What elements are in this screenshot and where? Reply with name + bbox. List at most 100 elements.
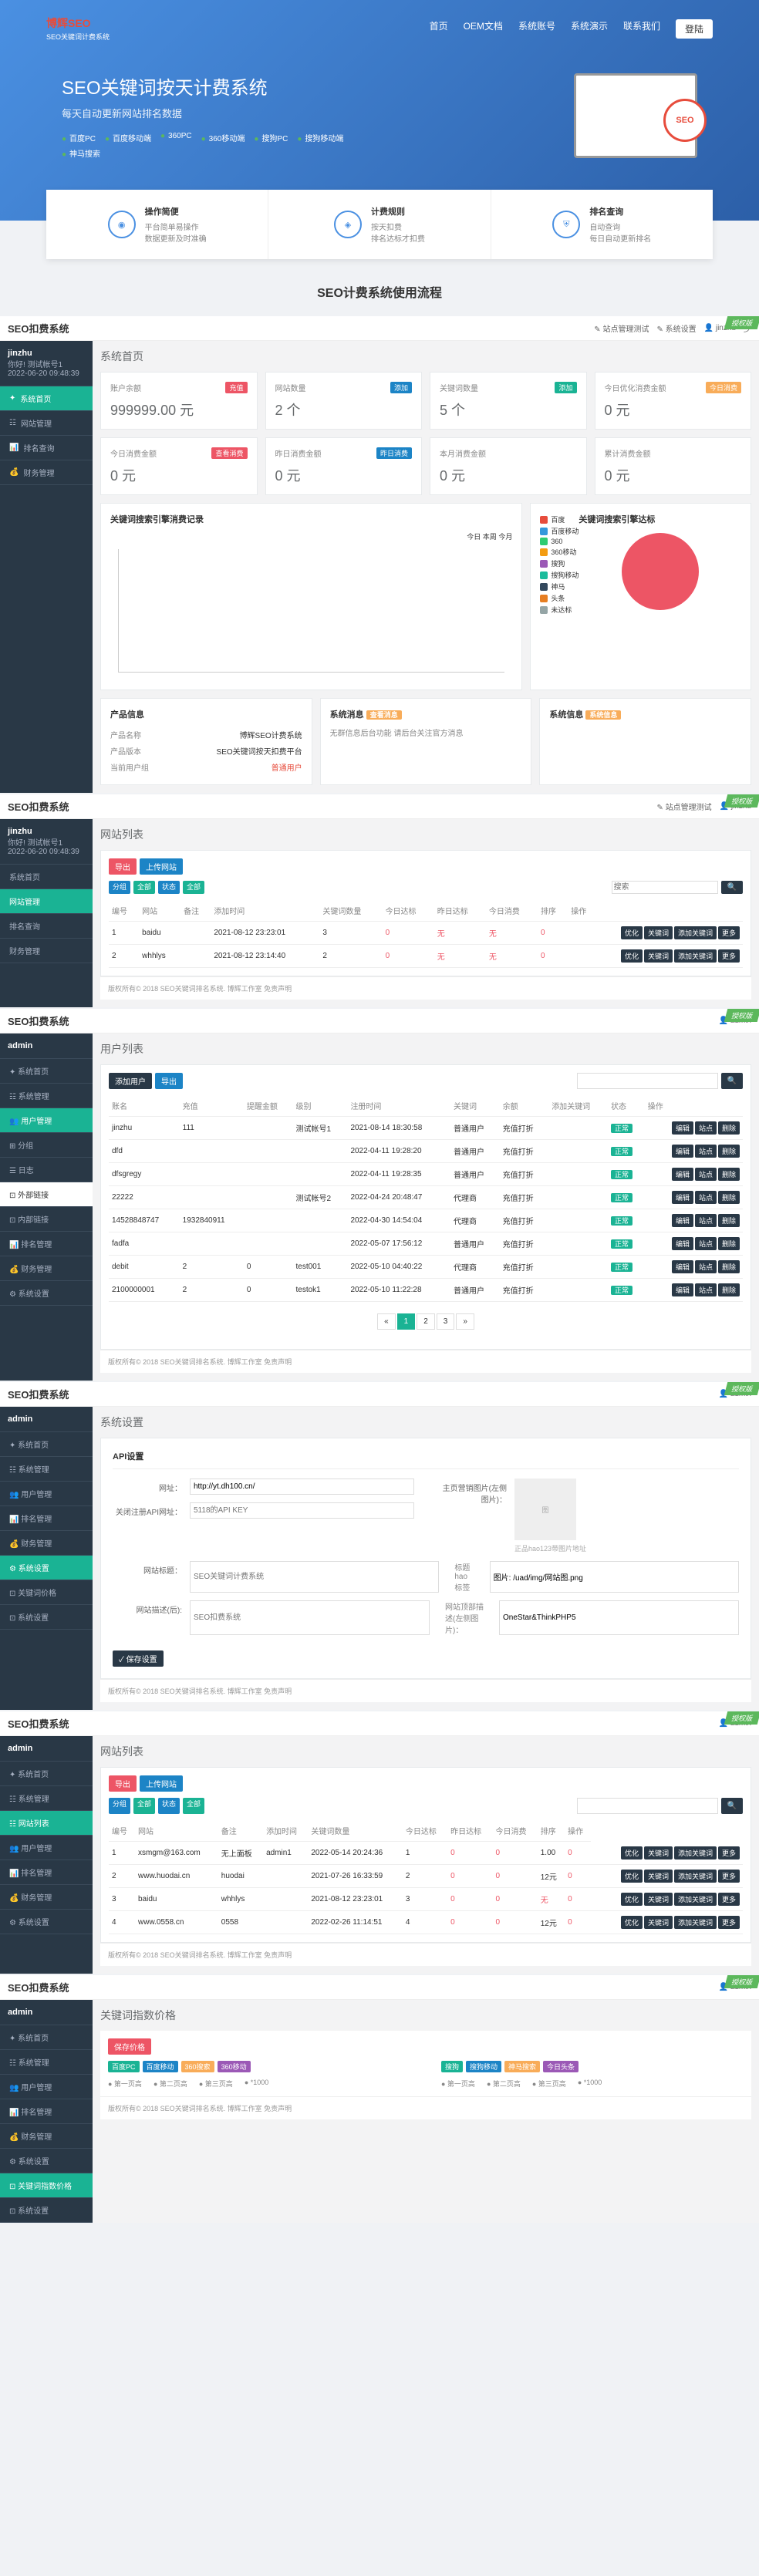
table-row: 210000000120testok12022-05-10 11:22:28普通… (109, 1279, 743, 1302)
action-button[interactable]: 删除 (718, 1260, 740, 1273)
line-chart-box: 关键词搜索引擎消费记录 今日 本周 今月 (100, 503, 522, 690)
system-info: 系统信息 系统信息 (539, 698, 751, 785)
chart-tab[interactable]: 今月 (498, 533, 512, 541)
login-button[interactable]: 登陆 (676, 19, 713, 39)
search-input[interactable] (612, 881, 718, 894)
table-row: 1baidu2021-08-12 23:23:0130无无0优化关键词添加关键词… (109, 922, 743, 945)
action-button[interactable]: 关键词 (644, 1870, 673, 1883)
layers-icon: ◈ (334, 211, 362, 238)
nav-contact[interactable]: 联系我们 (623, 19, 660, 39)
page-next[interactable]: » (456, 1313, 474, 1330)
stat-card: 今日消费金额查看消费0 元 (100, 437, 258, 495)
action-button[interactable]: 站点 (695, 1121, 717, 1135)
api-url-input[interactable] (190, 1479, 414, 1495)
action-button[interactable]: 更多 (718, 926, 740, 939)
action-button[interactable]: 更多 (718, 1893, 740, 1906)
nav-oem[interactable]: OEM文档 (464, 19, 503, 39)
action-button[interactable]: 更多 (718, 1870, 740, 1883)
menu-finance[interactable]: 💰 财务管理 (0, 460, 93, 485)
menu-home[interactable]: ✦ 系统首页 (0, 386, 93, 411)
user-table: 账名充值提醒金额级别注册时间关键词余额添加关键词状态操作jinzhu111测试帐… (109, 1095, 743, 1302)
action-button[interactable]: 站点 (695, 1283, 717, 1296)
corner-badge: 授权版 (724, 316, 759, 329)
save-price-button[interactable]: 保存价格 (108, 2038, 151, 2055)
table-row: dfd2022-04-11 19:28:20普通用户充值打折正常编辑站点删除 (109, 1140, 743, 1163)
tool-site[interactable]: ✎ 站点管理测试 (594, 322, 649, 334)
action-button[interactable]: 编辑 (672, 1283, 693, 1296)
action-button[interactable]: 关键词 (644, 949, 673, 963)
page-title: 系统首页 (100, 349, 751, 364)
feature-card-1: ◉操作简便平台简单易操作数据更新及时准确 (46, 190, 268, 259)
action-button[interactable]: 添加关键词 (674, 1846, 717, 1860)
action-button[interactable]: 优化 (621, 1846, 643, 1860)
action-button[interactable]: 添加关键词 (674, 1893, 717, 1906)
action-button[interactable]: 编辑 (672, 1237, 693, 1250)
action-button[interactable]: 删除 (718, 1121, 740, 1135)
hero-illustration (574, 73, 697, 158)
action-button[interactable]: 更多 (718, 1916, 740, 1929)
page-3[interactable]: 3 (437, 1313, 455, 1330)
action-button[interactable]: 优化 (621, 926, 643, 939)
action-button[interactable]: 关键词 (644, 926, 673, 939)
stat-card: 累计消费金额0 元 (595, 437, 752, 495)
action-button[interactable]: 站点 (695, 1214, 717, 1227)
action-button[interactable]: 编辑 (672, 1168, 693, 1181)
close-reg-input[interactable] (190, 1502, 414, 1519)
action-button[interactable]: 编辑 (672, 1260, 693, 1273)
chart-tab[interactable]: 本周 (483, 533, 497, 541)
action-button[interactable]: 更多 (718, 1846, 740, 1860)
table-row: 3baiduwhhlys2021-08-12 23:23:01300无0优化关键… (109, 1887, 743, 1910)
action-button[interactable]: 编辑 (672, 1121, 693, 1135)
action-button[interactable]: 添加关键词 (674, 1916, 717, 1929)
action-button[interactable]: 优化 (621, 1893, 643, 1906)
action-button[interactable]: 更多 (718, 949, 740, 963)
action-button[interactable]: 站点 (695, 1260, 717, 1273)
add-user-button[interactable]: 添加用户 (109, 1073, 152, 1089)
action-button[interactable]: 优化 (621, 1870, 643, 1883)
search-button[interactable]: 🔍 (721, 881, 743, 894)
menu-rank[interactable]: 📊 排名查询 (0, 436, 93, 460)
save-settings-button[interactable]: ✓ 保存设置 (113, 1650, 164, 1667)
action-button[interactable]: 关键词 (644, 1893, 673, 1906)
action-button[interactable]: 编辑 (672, 1191, 693, 1204)
upload-button[interactable]: 上传网站 (140, 858, 183, 875)
action-button[interactable]: 关键词 (644, 1916, 673, 1929)
action-button[interactable]: 删除 (718, 1145, 740, 1158)
action-button[interactable]: 站点 (695, 1145, 717, 1158)
qr-placeholder[interactable]: 图 (514, 1479, 576, 1540)
action-button[interactable]: 删除 (718, 1214, 740, 1227)
nav-home[interactable]: 首页 (430, 19, 448, 39)
action-button[interactable]: 关键词 (644, 1846, 673, 1860)
tool-settings[interactable]: ✎ 系统设置 (656, 322, 696, 334)
page-prev[interactable]: « (377, 1313, 396, 1330)
export-button[interactable]: 导出 (109, 858, 137, 875)
action-button[interactable]: 删除 (718, 1283, 740, 1296)
action-button[interactable]: 添加关键词 (674, 949, 717, 963)
pie-chart (622, 533, 699, 610)
chart-tab[interactable]: 今日 (467, 533, 481, 541)
action-button[interactable]: 添加关键词 (674, 926, 717, 939)
action-button[interactable]: 删除 (718, 1191, 740, 1204)
sidebar-user: jinzhu 你好! 测试帐号1 2022-06-20 09:48:39 (0, 341, 93, 386)
nav-demo[interactable]: 系统演示 (571, 19, 608, 39)
action-button[interactable]: 优化 (621, 949, 643, 963)
page-1[interactable]: 1 (397, 1313, 416, 1330)
action-button[interactable]: 编辑 (672, 1214, 693, 1227)
line-chart (118, 549, 504, 673)
action-button[interactable]: 添加关键词 (674, 1870, 717, 1883)
action-button[interactable]: 优化 (621, 1916, 643, 1929)
hero-banner: 博辉SEOSEO关键词计费系统 首页 OEM文档 系统账号 系统演示 联系我们 … (0, 0, 759, 221)
nav-account[interactable]: 系统账号 (518, 19, 555, 39)
action-button[interactable]: 站点 (695, 1168, 717, 1181)
page-2[interactable]: 2 (417, 1313, 435, 1330)
stat-card: 网站数量添加2 个 (265, 372, 423, 430)
action-button[interactable]: 删除 (718, 1168, 740, 1181)
action-button[interactable]: 站点 (695, 1191, 717, 1204)
site-table: 编号网站备注添加时间关键词数量今日达标昨日达标今日消费排序操作 1baidu20… (109, 900, 743, 968)
action-button[interactable]: 删除 (718, 1237, 740, 1250)
action-button[interactable]: 站点 (695, 1237, 717, 1250)
table-row: 1xsmgm@163.com无上面板admin12022-05-14 20:24… (109, 1842, 743, 1865)
menu-site[interactable]: ☷ 网站管理 (0, 411, 93, 436)
system-news: 系统消息 查看消息无群信息后台功能 请后台关注官方消息 (320, 698, 532, 785)
action-button[interactable]: 编辑 (672, 1145, 693, 1158)
